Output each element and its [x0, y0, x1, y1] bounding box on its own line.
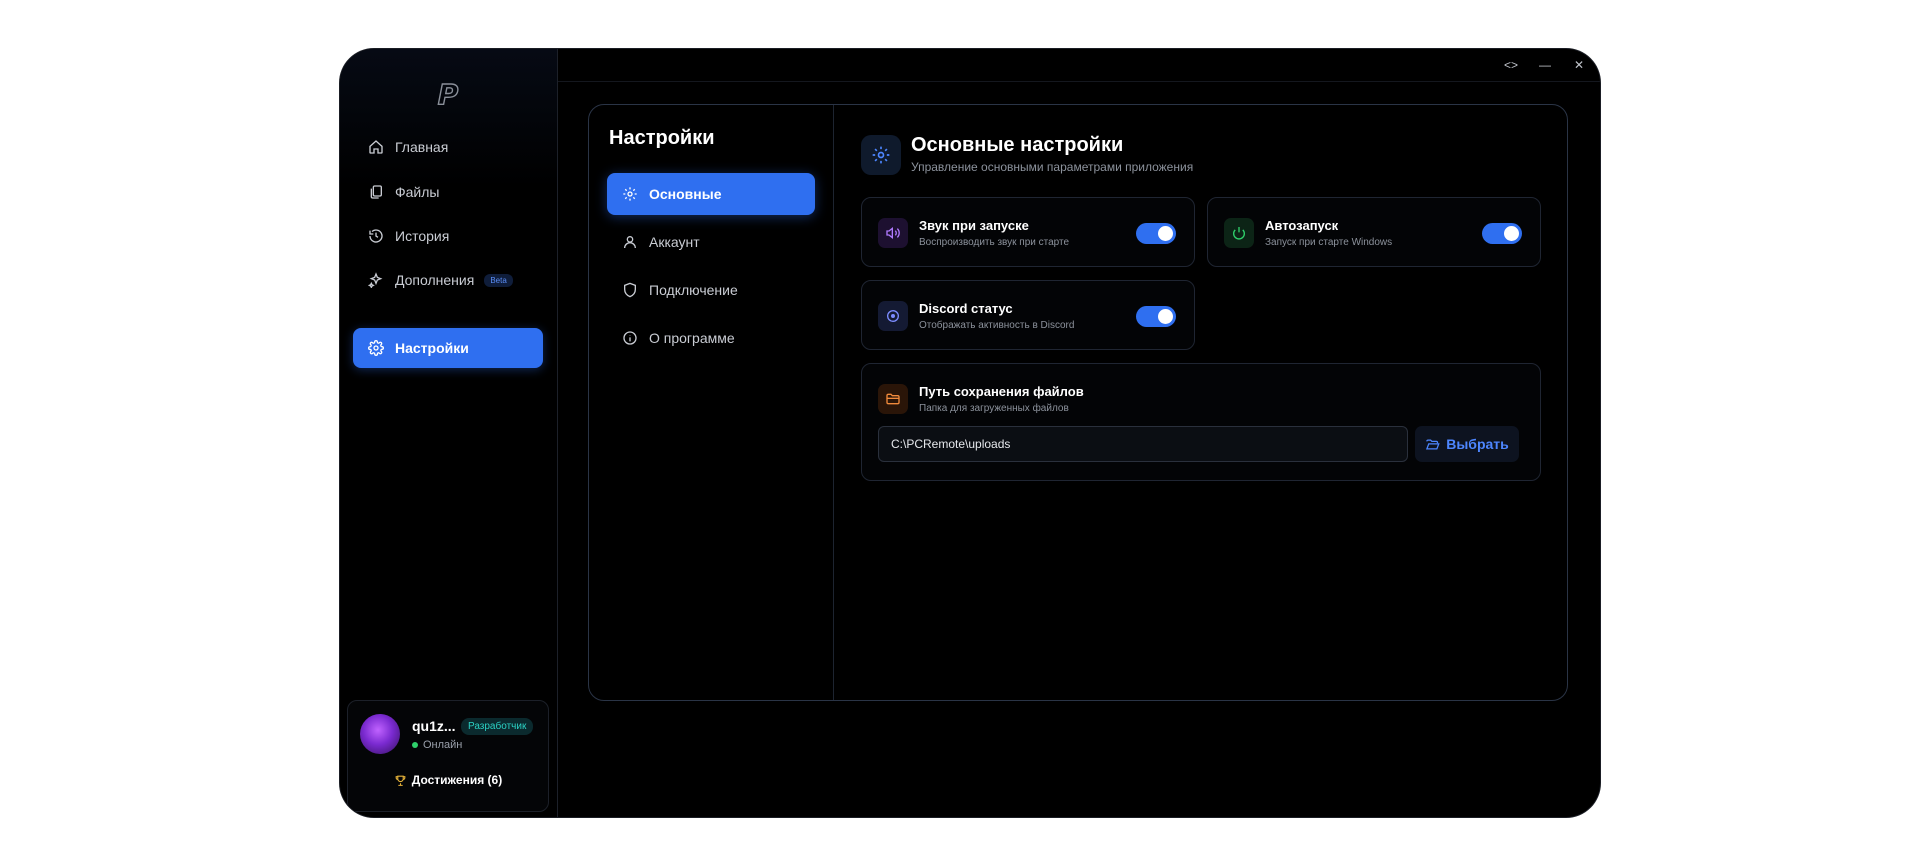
- autostart-toggle[interactable]: [1482, 223, 1522, 244]
- setting-title: Discord статус: [919, 301, 1013, 316]
- devtools-button[interactable]: <>: [1500, 55, 1522, 75]
- discord-setting-card: Discord статус Отображать активность в D…: [861, 280, 1195, 350]
- files-icon: [367, 183, 385, 201]
- choose-folder-button[interactable]: Выбрать: [1415, 426, 1519, 462]
- discord-toggle[interactable]: [1136, 306, 1176, 327]
- close-button[interactable]: ✕: [1568, 55, 1590, 75]
- sidebar-item-settings[interactable]: Настройки: [353, 328, 543, 368]
- minimize-button[interactable]: —: [1534, 55, 1556, 75]
- online-status-label: Онлайн: [423, 739, 463, 751]
- home-icon: [367, 138, 385, 156]
- setting-desc: Запуск при старте Windows: [1265, 237, 1393, 248]
- setting-desc: Отображать активность в Discord: [919, 320, 1075, 331]
- info-icon: [621, 329, 639, 347]
- sidebar-item-files[interactable]: Файлы: [353, 172, 543, 212]
- sidebar-item-home[interactable]: Главная: [353, 127, 543, 167]
- title-bar: <> — ✕: [558, 49, 1600, 82]
- sidebar-item-label: История: [395, 228, 450, 244]
- online-dot-icon: [412, 742, 418, 748]
- discord-icon: [878, 301, 908, 331]
- sidebar-item-label: Файлы: [395, 184, 440, 200]
- sidebar-item-label: Главная: [395, 139, 449, 155]
- sidebar: P Главная Файлы История Дополнения Beta: [340, 49, 558, 817]
- settings-content: Основные настройки Управление основными …: [834, 105, 1567, 700]
- settings-panel: Настройки Основные Аккаунт Подключение О…: [588, 104, 1568, 701]
- user-icon: [621, 233, 639, 251]
- online-status: Онлайн: [412, 739, 462, 751]
- page-title: Настройки: [609, 127, 715, 149]
- sidebar-item-addons[interactable]: Дополнения Beta: [353, 260, 543, 300]
- app-window: P Главная Файлы История Дополнения Beta: [340, 49, 1600, 817]
- sparkles-icon: [367, 271, 385, 289]
- choose-folder-label: Выбрать: [1446, 436, 1509, 452]
- gear-icon: [621, 185, 639, 203]
- section-subtitle: Управление основными параметрами приложе…: [911, 160, 1194, 174]
- sidebar-item-history[interactable]: История: [353, 216, 543, 256]
- tab-label: Подключение: [649, 282, 738, 298]
- setting-desc: Папка для загруженных файлов: [919, 403, 1069, 414]
- achievements-link[interactable]: Достижения (6): [348, 773, 548, 787]
- section-title: Основные настройки: [911, 134, 1124, 156]
- tab-account[interactable]: Аккаунт: [607, 221, 815, 263]
- tab-label: Основные: [649, 186, 722, 202]
- tab-about[interactable]: О программе: [607, 317, 815, 359]
- sidebar-item-label: Настройки: [395, 340, 469, 356]
- toggle-knob: [1158, 309, 1173, 324]
- tab-general[interactable]: Основные: [607, 173, 815, 215]
- setting-title: Звук при запуске: [919, 218, 1029, 233]
- folder-open-icon: [1425, 437, 1440, 452]
- setting-desc: Воспроизводить звук при старте: [919, 237, 1070, 248]
- speaker-icon: [878, 218, 908, 248]
- app-logo: P: [437, 77, 459, 111]
- tab-label: О программе: [649, 330, 735, 346]
- gear-icon: [861, 135, 901, 175]
- sound-setting-card: Звук при запуске Воспроизводить звук при…: [861, 197, 1195, 267]
- setting-title: Путь сохранения файлов: [919, 384, 1084, 399]
- shield-icon: [621, 281, 639, 299]
- avatar[interactable]: [360, 714, 400, 754]
- history-icon: [367, 227, 385, 245]
- folder-icon: [878, 384, 908, 414]
- tab-label: Аккаунт: [649, 234, 700, 250]
- setting-title: Автозапуск: [1265, 218, 1339, 233]
- sidebar-item-label: Дополнения: [395, 272, 475, 288]
- toggle-knob: [1504, 226, 1519, 241]
- autostart-setting-card: Автозапуск Запуск при старте Windows: [1207, 197, 1541, 267]
- profile-name: qu1z...: [412, 718, 456, 734]
- save-path-input[interactable]: [878, 426, 1408, 462]
- trophy-icon: [394, 774, 407, 787]
- achievements-label: Достижения (6): [411, 773, 503, 787]
- gear-icon: [367, 339, 385, 357]
- sound-toggle[interactable]: [1136, 223, 1176, 244]
- toggle-knob: [1158, 226, 1173, 241]
- tab-connection[interactable]: Подключение: [607, 269, 815, 311]
- beta-badge: Beta: [484, 273, 513, 287]
- power-icon: [1224, 218, 1254, 248]
- settings-subnav: Настройки Основные Аккаунт Подключение О…: [589, 105, 834, 700]
- role-badge: Разработчик: [461, 718, 534, 735]
- save-path-card: Путь сохранения файлов Папка для загруже…: [861, 363, 1541, 481]
- profile-card[interactable]: qu1z... Разработчик Онлайн Достижения (6…: [347, 700, 549, 812]
